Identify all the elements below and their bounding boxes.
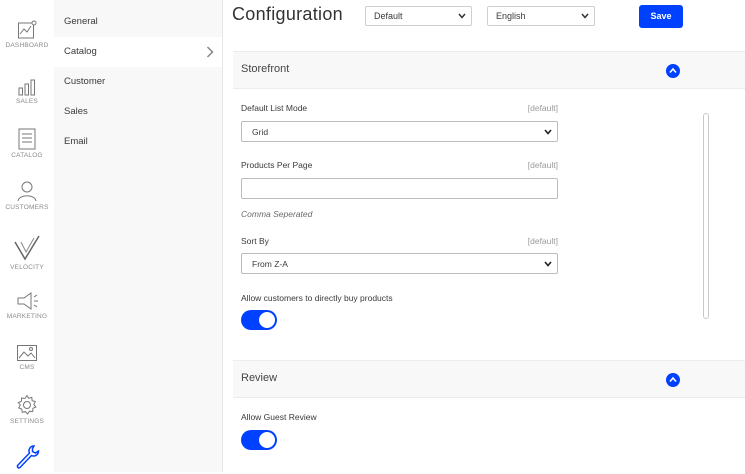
- page-title: Configuration: [232, 4, 343, 24]
- velocity-checkmark-icon: [14, 235, 40, 261]
- default-list-mode-label: Default List Mode: [241, 103, 308, 113]
- sort-by-label: Sort By: [241, 236, 269, 246]
- default-list-mode-value: Grid: [252, 127, 269, 137]
- subnav-item-customer[interactable]: Customer: [54, 67, 222, 97]
- subnav-item-email[interactable]: Email: [54, 127, 222, 157]
- rail-item-configuration[interactable]: [0, 444, 54, 474]
- rail-item-customers[interactable]: CUSTOMERS: [0, 180, 54, 211]
- chevron-down-icon: [458, 13, 466, 19]
- buy-now-toggle[interactable]: [241, 310, 277, 330]
- vertical-scrollbar[interactable]: [703, 113, 709, 319]
- collapse-storefront-button[interactable]: [666, 64, 680, 78]
- rail-label-customers: CUSTOMERS: [5, 204, 49, 211]
- locale-select-value: English: [496, 11, 526, 21]
- default-list-mode-scope: [default]: [527, 103, 558, 113]
- products-per-page-label: Products Per Page: [241, 160, 313, 170]
- subnav-item-sales[interactable]: Sales: [54, 97, 222, 127]
- rail-label-sales: SALES: [16, 98, 38, 105]
- catalog-document-icon: [18, 128, 36, 150]
- channel-select-value: Default: [374, 11, 403, 21]
- rail-label-marketing: MARKETING: [6, 313, 48, 320]
- rail-label-catalog: CATALOG: [11, 152, 43, 159]
- chevron-up-icon: [669, 67, 677, 74]
- subnav-label-email: Email: [64, 136, 88, 147]
- guest-review-label: Allow Guest Review: [241, 412, 317, 422]
- guest-review-toggle[interactable]: [241, 430, 277, 450]
- rail-label-dashboard: DASHBOARD: [5, 42, 49, 49]
- save-button[interactable]: Save: [639, 5, 683, 28]
- products-per-page-hint: Comma Seperated: [241, 209, 313, 219]
- rail-item-velocity[interactable]: VELOCITY: [0, 234, 54, 271]
- sort-by-select[interactable]: From Z-A: [241, 253, 558, 274]
- rail-label-cms: CMS: [19, 364, 35, 371]
- dashboard-icon: [18, 20, 37, 39]
- rail-item-dashboard[interactable]: DASHBOARD: [0, 20, 54, 49]
- main-content: Configuration Default English Save Store…: [223, 0, 745, 472]
- settings-gear-icon: [17, 394, 37, 415]
- sales-bar-chart-icon: [18, 79, 35, 96]
- sort-by-value: From Z-A: [252, 259, 288, 269]
- cms-image-icon: [17, 345, 37, 361]
- rail-item-sales[interactable]: SALES: [0, 78, 54, 105]
- subnav-label-catalog: Catalog: [64, 46, 97, 57]
- locale-select[interactable]: English: [487, 6, 595, 26]
- rail-label-velocity: VELOCITY: [10, 264, 44, 271]
- rail-item-cms[interactable]: CMS: [0, 344, 54, 371]
- storefront-section-header[interactable]: Storefront: [233, 51, 688, 89]
- chevron-down-icon: [544, 129, 552, 135]
- chevron-down-icon: [544, 261, 552, 267]
- subnav-label-general: General: [64, 16, 98, 27]
- subnav-item-catalog[interactable]: Catalog: [54, 37, 222, 67]
- default-list-mode-select[interactable]: Grid: [241, 121, 558, 142]
- review-header-extension: [688, 360, 745, 398]
- main-sidebar: DASHBOARD SALES CATALOG CUSTOMERS VELOCI…: [0, 0, 55, 472]
- buy-now-label: Allow customers to directly buy products: [241, 293, 393, 303]
- channel-select[interactable]: Default: [365, 6, 472, 26]
- rail-item-marketing[interactable]: MARKETING: [0, 291, 54, 320]
- review-section-header[interactable]: Review: [233, 360, 688, 398]
- toggle-knob: [259, 312, 275, 328]
- toggle-knob: [259, 432, 275, 448]
- configuration-subnav: General Catalog Customer Sales Email: [54, 0, 223, 472]
- chevron-down-icon: [581, 13, 589, 19]
- configuration-wrench-icon: [16, 445, 40, 469]
- subnav-label-customer: Customer: [64, 76, 106, 87]
- rail-item-catalog[interactable]: CATALOG: [0, 128, 54, 159]
- subnav-label-sales: Sales: [64, 106, 88, 117]
- storefront-section-title: Storefront: [241, 63, 290, 75]
- chevron-right-icon: [206, 46, 214, 58]
- chevron-up-icon: [669, 376, 677, 383]
- products-per-page-scope: [default]: [527, 160, 558, 170]
- subnav-item-general[interactable]: General: [54, 7, 222, 37]
- collapse-review-button[interactable]: [666, 373, 680, 387]
- rail-item-settings[interactable]: SETTINGS: [0, 394, 54, 425]
- customers-person-icon: [17, 181, 37, 202]
- products-per-page-input[interactable]: [241, 178, 558, 199]
- sort-by-scope: [default]: [527, 236, 558, 246]
- storefront-header-extension: [688, 51, 745, 89]
- review-section-title: Review: [241, 372, 278, 384]
- marketing-megaphone-icon: [17, 292, 38, 310]
- rail-label-settings: SETTINGS: [9, 418, 45, 425]
